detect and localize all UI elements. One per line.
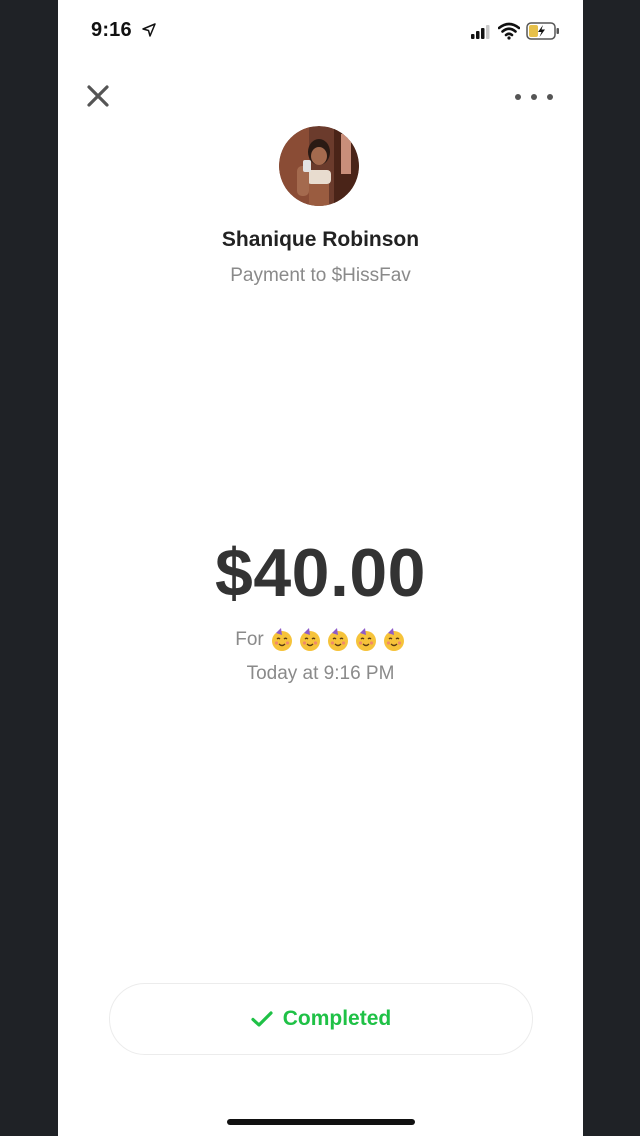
battery-charging-icon [526, 22, 559, 40]
status-bar: 9:16 [58, 0, 583, 62]
check-icon [251, 1011, 273, 1027]
partying-face-emoji [383, 628, 404, 651]
for-label: For [235, 629, 264, 650]
partying-face-emoji [299, 628, 320, 651]
partying-face-emoji [355, 628, 376, 651]
more-icon[interactable] [514, 91, 554, 103]
home-indicator[interactable] [227, 1119, 415, 1125]
completed-status-button[interactable]: Completed [109, 983, 533, 1055]
signal-icon [471, 25, 490, 39]
location-arrow-icon [142, 23, 156, 37]
payment-to-cashtag: Payment to $HissFav [230, 265, 411, 286]
payment-timestamp: Today at 9:16 PM [246, 663, 395, 684]
recipient-name: Shanique Robinson [221, 228, 420, 251]
status-label: Completed [282, 1007, 392, 1030]
payment-note: For [58, 628, 583, 652]
payment-detail-screen: 9:16 Shanique Robinson Payment to $HissF… [58, 0, 583, 1136]
wifi-icon [498, 22, 520, 40]
partying-face-emoji [327, 628, 348, 651]
close-icon[interactable] [86, 84, 110, 108]
status-time: 9:16 [91, 19, 132, 41]
partying-face-emoji [271, 628, 292, 651]
payment-amount: $40.00 [215, 535, 426, 611]
avatar [279, 126, 359, 206]
